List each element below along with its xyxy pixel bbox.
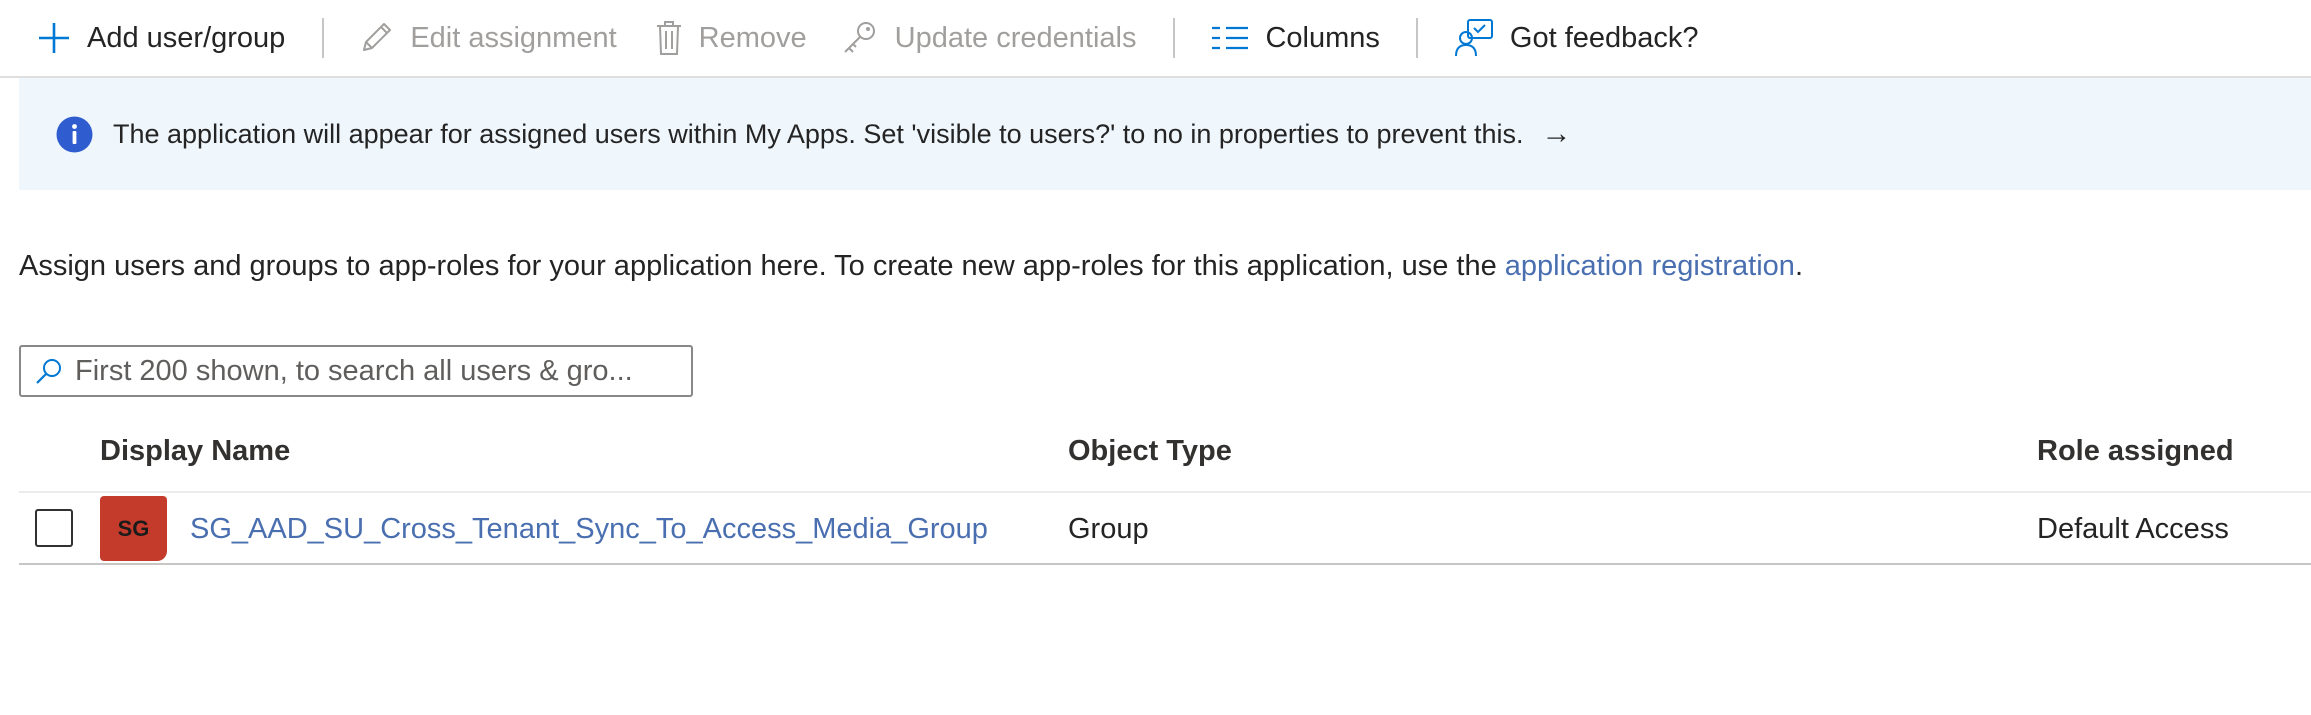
pencil-icon: [363, 23, 392, 51]
column-header-object-type[interactable]: Object Type: [1068, 435, 1232, 468]
feedback-icon: [1454, 19, 1493, 57]
remove-label: Remove: [698, 21, 807, 54]
command-bar: Add user/group Edit assignment Remove Up…: [0, 0, 2311, 78]
edit-assignment-label: Edit assignment: [410, 21, 617, 54]
plus-icon: [39, 23, 69, 53]
arrow-right-icon[interactable]: →: [1542, 117, 1572, 151]
header-divider: [19, 491, 2311, 493]
info-icon: [56, 116, 93, 152]
add-user-group-label: Add user/group: [87, 21, 286, 54]
column-header-display-name[interactable]: Display Name: [100, 435, 290, 468]
feedback-label: Got feedback?: [1509, 21, 1699, 54]
description-text: Assign users and groups to app-roles for…: [19, 250, 1505, 282]
toolbar-divider: [1173, 18, 1176, 58]
search-box[interactable]: [19, 345, 693, 397]
row-checkbox[interactable]: [35, 509, 73, 547]
toolbar-divider: [322, 18, 325, 58]
role-assigned-cell: Default Access: [2037, 513, 2229, 545]
page-description: Assign users and groups to app-roles for…: [19, 250, 1803, 283]
feedback-button[interactable]: Got feedback?: [1454, 0, 1699, 76]
info-banner[interactable]: The application will appear for assigned…: [19, 78, 2311, 190]
columns-button[interactable]: Columns: [1211, 0, 1380, 76]
display-name-link[interactable]: SG_AAD_SU_Cross_Tenant_Sync_To_Access_Me…: [190, 513, 988, 546]
add-user-group-button[interactable]: Add user/group: [37, 0, 285, 76]
remove-button[interactable]: Remove: [655, 0, 807, 76]
toolbar-divider: [1415, 18, 1418, 58]
update-credentials-label: Update credentials: [894, 21, 1137, 54]
edit-assignment-button[interactable]: Edit assignment: [358, 0, 617, 76]
row-divider: [19, 563, 2311, 565]
banner-message: The application will appear for assigned…: [113, 118, 1524, 149]
search-input[interactable]: [73, 353, 677, 389]
trash-icon: [656, 21, 681, 55]
object-type-cell: Group: [1068, 513, 1149, 545]
columns-icon: [1212, 26, 1249, 50]
avatar: SG: [100, 496, 167, 561]
key-icon: [843, 22, 875, 53]
columns-label: Columns: [1265, 21, 1380, 54]
search-icon: [36, 359, 61, 384]
update-credentials-button[interactable]: Update credentials: [841, 0, 1137, 76]
application-registration-link[interactable]: application registration: [1505, 250, 1795, 282]
column-header-role-assigned[interactable]: Role assigned: [2037, 435, 2234, 468]
description-end: .: [1794, 250, 1803, 282]
